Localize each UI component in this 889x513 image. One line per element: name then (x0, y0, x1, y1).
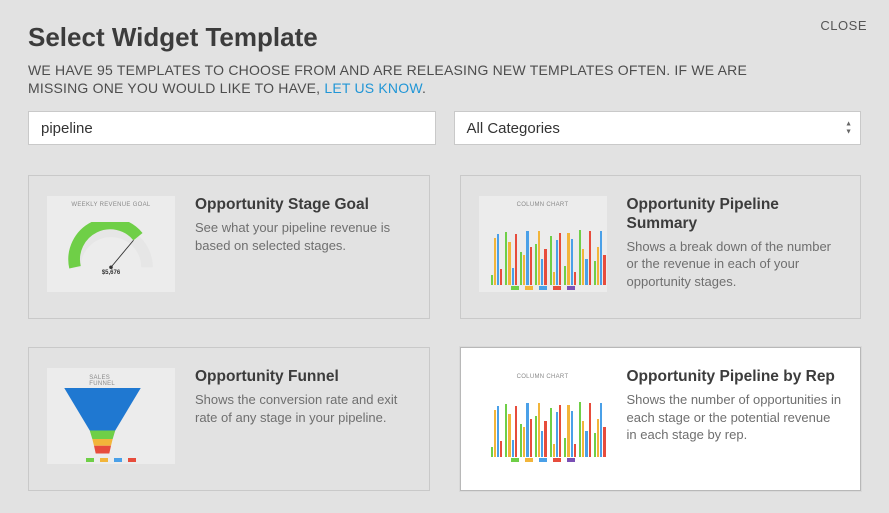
template-card-funnel[interactable]: SALES FUNNEL ———— Opportunity Fu (28, 347, 430, 491)
subtitle-end: . (422, 80, 426, 96)
card-description: Shows the conversion rate and exit rate … (195, 391, 411, 426)
search-input[interactable] (28, 111, 436, 145)
template-card-pipeline-summary[interactable]: COLUMN CHART Opportunity Pipeline Summar… (460, 175, 862, 319)
close-button[interactable]: CLOSE (820, 18, 867, 33)
template-grid: WEEKLY REVENUE GOAL $5,676 Opportunity S… (28, 175, 861, 491)
thumbnail-gauge: WEEKLY REVENUE GOAL $5,676 (47, 196, 175, 292)
chart-legend (47, 452, 175, 462)
chart-legend (479, 452, 607, 462)
card-info: Opportunity Pipeline Summary Shows a bre… (627, 196, 843, 298)
modal-title: Select Widget Template (28, 22, 861, 53)
card-title: Opportunity Pipeline by Rep (627, 368, 843, 387)
column-chart-icon (489, 215, 597, 285)
template-card-stage-goal[interactable]: WEEKLY REVENUE GOAL $5,676 Opportunity S… (28, 175, 430, 319)
gauge-value: $5,676 (66, 270, 156, 276)
chart-legend (479, 280, 607, 290)
card-description: See what your pipeline revenue is based … (195, 219, 411, 254)
card-info: Opportunity Pipeline by Rep Shows the nu… (627, 368, 843, 470)
card-description: Shows a break down of the number or the … (627, 238, 843, 291)
card-description: Shows the number of opportunities in eac… (627, 391, 843, 444)
thumbnail-column-chart: COLUMN CHART (479, 368, 607, 464)
thumb-label: WEEKLY REVENUE GOAL (47, 202, 175, 208)
card-info: Opportunity Stage Goal See what your pip… (195, 196, 411, 298)
card-title: Opportunity Funnel (195, 368, 411, 387)
thumb-label: COLUMN CHART (479, 374, 607, 380)
category-select[interactable]: All Categories ▲▼ (454, 111, 862, 145)
category-select-value: All Categories (467, 120, 560, 137)
filter-controls: All Categories ▲▼ (28, 111, 861, 145)
modal-content: Select Widget Template WE HAVE 95 TEMPLA… (0, 0, 889, 513)
card-info: Opportunity Funnel Shows the conversion … (195, 368, 411, 470)
column-chart-icon (489, 387, 597, 457)
let-us-know-link[interactable]: LET US KNOW (324, 80, 422, 96)
template-card-pipeline-by-rep[interactable]: COLUMN CHART Opportunity Pipeline by Rep… (460, 347, 862, 491)
modal-subtitle: WE HAVE 95 TEMPLATES TO CHOOSE FROM AND … (28, 61, 788, 97)
thumbnail-funnel: SALES FUNNEL ———— (47, 368, 175, 464)
select-caret-icon: ▲▼ (845, 121, 852, 136)
card-title: Opportunity Stage Goal (195, 196, 411, 215)
thumb-label: SALES FUNNEL (89, 375, 132, 387)
thumbnail-column-chart: COLUMN CHART (479, 196, 607, 292)
gauge-icon: $5,676 (66, 222, 156, 272)
thumb-label: COLUMN CHART (479, 202, 607, 208)
card-title: Opportunity Pipeline Summary (627, 196, 843, 233)
funnel-icon: SALES FUNNEL ———— (60, 383, 145, 461)
